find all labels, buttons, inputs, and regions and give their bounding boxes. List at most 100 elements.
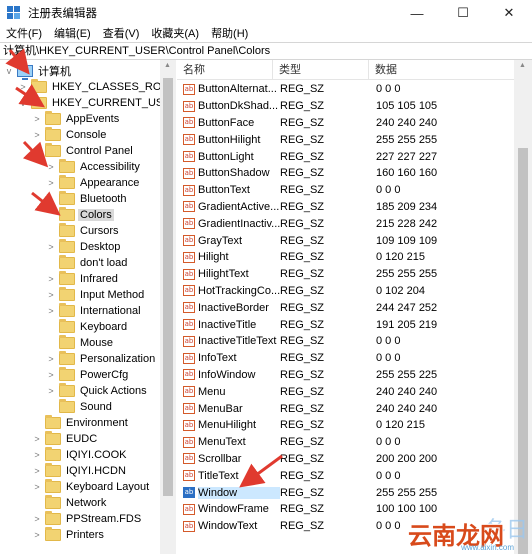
tree-scroll-thumb[interactable] <box>163 78 173 496</box>
tree-item[interactable]: Colors <box>46 207 114 223</box>
scroll-up-icon[interactable]: ▲ <box>164 62 171 69</box>
tree-item[interactable]: v HKEY_CURRENT_USER <box>18 95 175 111</box>
value-row[interactable]: ab InactiveTitle REG_SZ 191 205 219 <box>177 316 517 333</box>
tree-item[interactable]: Cursors <box>46 223 121 239</box>
menu-edit[interactable]: 编辑(E) <box>48 26 97 42</box>
value-name: ButtonFace <box>198 116 255 129</box>
chevron-right-icon[interactable]: > <box>32 114 42 124</box>
chevron-right-icon[interactable]: > <box>46 306 56 316</box>
value-row[interactable]: ab InfoWindow REG_SZ 255 255 225 <box>177 367 517 384</box>
chevron-right-icon[interactable]: > <box>46 386 56 396</box>
tree-item[interactable]: > Desktop <box>46 239 122 255</box>
value-row[interactable]: ab HilightText REG_SZ 255 255 255 <box>177 266 517 283</box>
menu-view[interactable]: 查看(V) <box>97 26 146 42</box>
tree-item[interactable]: > PowerCfg <box>46 367 130 383</box>
column-type-header[interactable]: 类型 <box>273 60 369 80</box>
minimize-button[interactable]: — <box>394 0 440 26</box>
tree-item[interactable]: Keyboard <box>46 319 129 335</box>
tree-item[interactable]: > IQIYI.COOK <box>32 447 129 463</box>
value-row[interactable]: ab ButtonDkShad... REG_SZ 105 105 105 <box>177 98 517 115</box>
tree-item[interactable]: > Quick Actions <box>46 383 149 399</box>
value-row[interactable]: ab ButtonHilight REG_SZ 255 255 255 <box>177 131 517 148</box>
value-row[interactable]: ab ButtonText REG_SZ 0 0 0 <box>177 182 517 199</box>
value-row[interactable]: ab GradientInactiv... REG_SZ 215 228 242 <box>177 215 517 232</box>
value-row[interactable]: ab Menu REG_SZ 240 240 240 <box>177 383 517 400</box>
chevron-right-icon[interactable]: > <box>32 482 42 492</box>
chevron-right-icon[interactable]: > <box>46 242 56 252</box>
value-row[interactable]: ab InfoText REG_SZ 0 0 0 <box>177 350 517 367</box>
maximize-button[interactable]: ☐ <box>440 0 486 26</box>
chevron-right-icon[interactable]: > <box>18 82 28 92</box>
chevron-right-icon[interactable]: > <box>32 530 42 540</box>
value-row[interactable]: ab ButtonLight REG_SZ 227 227 227 <box>177 148 517 165</box>
chevron-down-icon[interactable]: v <box>4 66 14 76</box>
tree-item[interactable]: > Keyboard Layout <box>32 479 151 495</box>
tree-item[interactable]: > Personalization <box>46 351 157 367</box>
value-row[interactable]: ab InactiveTitleText REG_SZ 0 0 0 <box>177 333 517 350</box>
column-name-header[interactable]: 名称 <box>177 60 273 80</box>
value-row[interactable]: ab InactiveBorder REG_SZ 244 247 252 <box>177 299 517 316</box>
chevron-right-icon[interactable]: > <box>32 434 42 444</box>
value-name: ButtonHilight <box>198 133 261 146</box>
tree-scrollbar[interactable]: ▲ <box>160 60 176 554</box>
value-row[interactable]: ab GrayText REG_SZ 109 109 109 <box>177 232 517 249</box>
tree-item[interactable]: Sound <box>46 399 114 415</box>
tree-item[interactable]: > Printers <box>32 527 106 543</box>
list-scrollbar[interactable]: ▲ <box>514 60 532 554</box>
chevron-right-icon[interactable]: > <box>46 354 56 364</box>
tree-item[interactable]: > IQIYI.HCDN <box>32 463 128 479</box>
value-row[interactable]: ab GradientActive... REG_SZ 185 209 234 <box>177 199 517 216</box>
tree-item[interactable]: > HKEY_CLASSES_ROOT <box>18 79 176 95</box>
column-data-header[interactable]: 数据 <box>369 60 517 80</box>
chevron-right-icon[interactable]: > <box>32 130 42 140</box>
tree-root-computer[interactable]: v 计算机 <box>4 63 73 80</box>
menu-file[interactable]: 文件(F) <box>0 26 48 42</box>
tree-item[interactable]: Network <box>32 495 108 511</box>
tree-item[interactable]: > Appearance <box>46 175 141 191</box>
chevron-right-icon[interactable]: > <box>46 162 56 172</box>
value-row[interactable]: ab ButtonFace REG_SZ 240 240 240 <box>177 115 517 132</box>
menu-help[interactable]: 帮助(H) <box>205 26 254 42</box>
tree-item-label: HKEY_CLASSES_ROOT <box>52 81 176 93</box>
value-row[interactable]: ab Hilight REG_SZ 0 120 215 <box>177 249 517 266</box>
value-row[interactable]: ab Window REG_SZ 255 255 255 <box>177 484 517 501</box>
value-row[interactable]: ab ButtonShadow REG_SZ 160 160 160 <box>177 165 517 182</box>
tree-item[interactable]: > Input Method <box>46 287 146 303</box>
scroll-up-icon[interactable]: ▲ <box>519 62 526 69</box>
chevron-right-icon[interactable]: > <box>32 450 42 460</box>
tree-item[interactable]: don't load <box>46 255 129 271</box>
tree-item[interactable]: > Console <box>32 127 108 143</box>
menu-favorites[interactable]: 收藏夹(A) <box>145 26 205 42</box>
value-row[interactable]: ab TitleText REG_SZ 0 0 0 <box>177 467 517 484</box>
tree-item[interactable]: > EUDC <box>32 431 99 447</box>
value-row[interactable]: ab MenuBar REG_SZ 240 240 240 <box>177 400 517 417</box>
list-scroll-thumb[interactable] <box>518 148 528 554</box>
chevron-right-icon[interactable]: > <box>46 370 56 380</box>
value-data: 0 0 0 <box>376 436 401 449</box>
tree-item[interactable]: > Accessibility <box>46 159 142 175</box>
chevron-right-icon[interactable]: > <box>32 514 42 524</box>
chevron-right-icon[interactable]: > <box>32 466 42 476</box>
tree-item[interactable]: > International <box>46 303 143 319</box>
chevron-right-icon[interactable]: > <box>46 178 56 188</box>
tree-item[interactable]: Mouse <box>46 335 115 351</box>
value-row[interactable]: ab ButtonAlternat... REG_SZ 0 0 0 <box>177 81 517 98</box>
tree-item[interactable]: Environment <box>32 415 130 431</box>
value-row[interactable]: ab MenuText REG_SZ 0 0 0 <box>177 434 517 451</box>
value-row[interactable]: ab Scrollbar REG_SZ 200 200 200 <box>177 451 517 468</box>
chevron-down-icon[interactable]: v <box>32 146 42 156</box>
address-bar[interactable]: 计算机\HKEY_CURRENT_USER\Control Panel\Colo… <box>0 42 532 60</box>
tree-item[interactable]: > AppEvents <box>32 111 121 127</box>
tree-item[interactable]: > Infrared <box>46 271 120 287</box>
tree-item-label: Accessibility <box>80 161 140 173</box>
chevron-right-icon[interactable]: > <box>46 290 56 300</box>
tree-item[interactable]: v Control Panel <box>32 143 135 159</box>
tree-item[interactable]: > PPStream.FDS <box>32 511 143 527</box>
chevron-right-icon[interactable]: > <box>46 274 56 284</box>
value-row[interactable]: ab HotTrackingCo... REG_SZ 0 102 204 <box>177 283 517 300</box>
tree-item[interactable]: Bluetooth <box>46 191 128 207</box>
close-button[interactable]: ✕ <box>486 0 532 26</box>
value-row[interactable]: ab MenuHilight REG_SZ 0 120 215 <box>177 417 517 434</box>
chevron-down-icon[interactable]: v <box>18 98 28 108</box>
folder-icon <box>45 447 61 461</box>
